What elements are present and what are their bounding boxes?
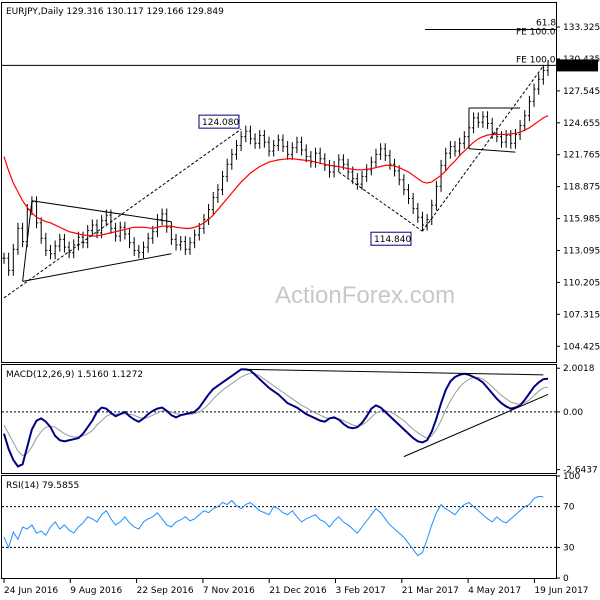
price-y-tick-label: 104.425 <box>563 342 600 352</box>
x-tick-label: 7 Nov 2016 <box>203 586 255 596</box>
price-header: EURJPY,Daily 129.316 130.117 129.166 129… <box>6 7 224 17</box>
fe-100-upper-label: FE 100.0 <box>516 27 556 37</box>
price-y-tick-label: 115.985 <box>563 215 600 225</box>
high-label: 124.080 <box>202 118 239 128</box>
price-y-tick-label: 110.205 <box>563 278 600 288</box>
macd-header: MACD(12,26,9) 1.5160 1.1272 <box>6 370 143 380</box>
price-y-tick-label: 113.095 <box>563 246 600 256</box>
fe-100-label: FE 100.0 <box>516 55 556 65</box>
low-label: 114.840 <box>374 235 411 245</box>
x-tick-label: 21 Mar 2017 <box>402 586 459 596</box>
rsi-header: RSI(14) 79.5855 <box>6 481 79 491</box>
price-y-tick-label: 107.315 <box>563 310 600 320</box>
x-tick-label: 24 Jun 2016 <box>4 586 58 596</box>
rsi-y-tick-label: 70 <box>563 503 575 513</box>
macd-y-tick-label: 0.00 <box>563 408 583 418</box>
rsi-y-tick-label: 0 <box>563 574 569 584</box>
x-tick-label: 3 Feb 2017 <box>336 586 386 596</box>
x-tick-label: 21 Dec 2016 <box>269 586 327 596</box>
price-y-tick-label: 133.325 <box>563 23 600 33</box>
x-tick-label: 4 May 2017 <box>468 586 521 596</box>
current-price-label: 129.849 <box>560 61 597 71</box>
rsi-y-tick-label: 30 <box>563 543 575 553</box>
x-tick-label: 22 Sep 2016 <box>137 586 194 596</box>
price-y-tick-label: 124.655 <box>563 119 600 129</box>
trading-chart: ActionForex.com EURJPY,Daily 129.316 130… <box>0 0 600 600</box>
x-tick-label: 19 Jun 2017 <box>534 586 588 596</box>
rsi-y-tick-label: 100 <box>563 472 580 482</box>
price-y-tick-label: 127.545 <box>563 87 600 97</box>
x-tick-label: 9 Aug 2016 <box>70 586 122 596</box>
price-y-tick-label: 121.765 <box>563 151 600 161</box>
price-y-tick-label: 118.875 <box>563 183 600 193</box>
watermark: ActionForex.com <box>275 282 455 309</box>
macd-y-tick-label: 2.0018 <box>563 364 595 374</box>
